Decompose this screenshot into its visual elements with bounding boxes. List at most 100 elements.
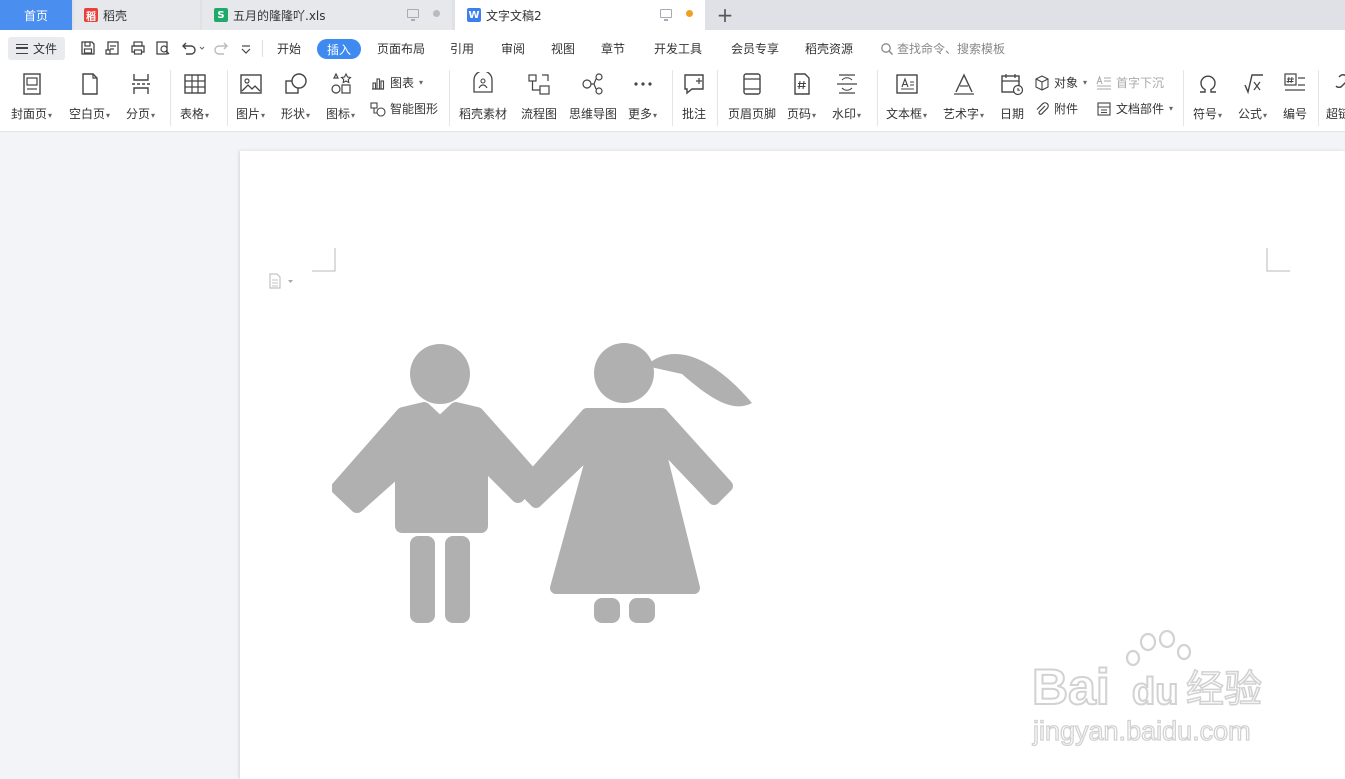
header-footer-icon [743, 73, 761, 95]
tab-document[interactable]: W 文字文稿2 [455, 0, 705, 30]
monitor-icon[interactable] [407, 9, 419, 21]
picture-button[interactable]: 图片▾ [236, 72, 265, 122]
object-button[interactable]: 对象 ▾ [1034, 74, 1087, 91]
mindmap-button[interactable]: 思维导图 [569, 72, 617, 122]
table-icon [183, 74, 206, 94]
page-number-label: 页码 [787, 107, 812, 121]
menu-developer[interactable]: 开发工具 [654, 40, 702, 57]
shape-button[interactable]: 形状▾ [281, 72, 310, 122]
print-icon[interactable] [130, 40, 146, 56]
watermark-brand-du: du [1132, 671, 1178, 713]
more-label: 更多 [628, 107, 653, 121]
tab-home[interactable]: 首页 [0, 0, 72, 30]
hyperlink-button[interactable]: 超链 [1326, 72, 1345, 122]
export-pdf-icon[interactable] [105, 40, 121, 56]
smartart-button[interactable]: 智能图形 [370, 100, 438, 117]
menu-view[interactable]: 视图 [551, 40, 575, 57]
doc-parts-button[interactable]: 文档部件 ▾ [1096, 100, 1173, 117]
picture-icon [239, 74, 262, 94]
calendar-icon [1001, 74, 1024, 96]
header-footer-button[interactable]: 页眉页脚 [728, 72, 776, 122]
menu-member[interactable]: 会员专享 [731, 40, 779, 57]
chart-icon [372, 77, 385, 90]
icons-label: 图标 [326, 107, 351, 121]
paragraph-options-icon[interactable] [268, 273, 296, 289]
command-search[interactable]: 查找命令、搜索模板 [880, 40, 1005, 57]
numbering-button[interactable]: 编号 [1283, 72, 1307, 122]
symbol-button[interactable]: 符号▾ [1193, 72, 1222, 122]
file-menu-label: 文件 [32, 42, 57, 56]
daoke-material-button[interactable]: 稻壳素材 [459, 72, 507, 122]
dropcap-icon [1096, 74, 1111, 90]
textbox-icon [895, 74, 918, 94]
customize-dropdown-icon[interactable] [240, 40, 252, 56]
tab-daoke-label: 稻壳 [103, 8, 128, 23]
comment-button[interactable]: 批注 [682, 72, 706, 122]
new-tab-plus-icon[interactable]: + [712, 0, 738, 30]
icons-button[interactable]: 图标▾ [326, 72, 355, 122]
attachment-label: 附件 [1054, 102, 1079, 116]
page-break-button[interactable]: 分页▾ [126, 72, 155, 122]
tab-spreadsheet[interactable]: S 五月的隆隆吖.xls [202, 0, 452, 30]
flowchart-button[interactable]: 流程图 [521, 72, 557, 122]
close-dot-icon[interactable] [433, 10, 440, 17]
header-footer-label: 页眉页脚 [728, 107, 777, 121]
cover-page-button[interactable]: 封面页▾ [11, 72, 52, 122]
table-button[interactable]: 表格▾ [180, 72, 209, 122]
ribbon-divider [227, 70, 228, 126]
link-icon [1335, 74, 1345, 88]
doc-parts-icon [1097, 101, 1111, 116]
blank-page-button[interactable]: 空白页▾ [69, 72, 110, 122]
watermark-url: jingyan.baidu.com [1032, 716, 1251, 746]
menu-references[interactable]: 引用 [450, 40, 474, 57]
shape-label: 形状 [281, 107, 306, 121]
margin-corner-top-right [1266, 248, 1290, 272]
watermark-brand: Bai [1032, 659, 1110, 715]
page-number-button[interactable]: 页码▾ [787, 72, 816, 122]
redo-icon[interactable] [214, 40, 230, 56]
tab-home-label: 首页 [23, 8, 48, 23]
watermark-label: 水印 [832, 107, 857, 121]
monitor-icon[interactable] [660, 9, 672, 21]
smartart-icon [370, 101, 386, 117]
daoke-app-icon: 稻 [84, 8, 98, 23]
print-preview-icon[interactable] [155, 40, 171, 56]
menu-section[interactable]: 章节 [601, 40, 625, 57]
attachment-button[interactable]: 附件 [1034, 100, 1078, 117]
menu-daoke-resources[interactable]: 稻壳资源 [805, 40, 853, 57]
tab-bar: 首页 稻 稻壳 S 五月的隆隆吖.xls W 文字文稿2 + [0, 0, 1345, 30]
mindmap-icon [582, 73, 603, 95]
textbox-label: 文本框 [886, 107, 923, 121]
margin-corner-top-left [312, 248, 336, 272]
couple-figure-image[interactable] [332, 336, 762, 626]
unsaved-dot-icon[interactable] [686, 10, 693, 17]
ribbon-divider [672, 70, 673, 126]
chart-label: 图表 [390, 76, 415, 90]
menu-insert[interactable]: 插入 [317, 39, 361, 59]
undo-icon[interactable] [180, 40, 206, 56]
watermark-button[interactable]: 水印▾ [832, 72, 861, 122]
menu-review[interactable]: 审阅 [501, 40, 525, 57]
ribbon-divider [170, 70, 171, 126]
menu-start[interactable]: 开始 [277, 40, 301, 57]
date-label: 日期 [1000, 107, 1025, 121]
wordart-button[interactable]: 艺术字▾ [943, 72, 984, 122]
formula-button[interactable]: 公式▾ [1238, 72, 1267, 122]
writer-app-icon: W [467, 8, 481, 22]
dropcap-button[interactable]: 首字下沉 [1096, 74, 1164, 91]
flowchart-icon [528, 74, 550, 95]
file-menu-button[interactable]: 文件 [8, 37, 65, 60]
numbering-label: 编号 [1283, 107, 1308, 121]
textbox-button[interactable]: 文本框▾ [886, 72, 927, 122]
chart-button[interactable]: 图表 ▾ [370, 74, 423, 91]
date-button[interactable]: 日期 [1000, 72, 1024, 122]
insert-ribbon: 封面页▾ 空白页▾ 分页▾ 表格▾ 图片▾ 形状▾ 图标▾ 图表 ▾ 智能图形 稻… [0, 66, 1345, 132]
menu-page-layout[interactable]: 页面布局 [377, 40, 425, 57]
search-icon [881, 42, 893, 55]
more-button[interactable]: 更多▾ [628, 72, 657, 122]
tab-daoke[interactable]: 稻 稻壳 [74, 0, 200, 30]
object-icon [1035, 74, 1049, 91]
symbol-label: 符号 [1193, 107, 1218, 121]
ribbon-divider [1183, 70, 1184, 126]
save-icon[interactable] [80, 40, 96, 56]
